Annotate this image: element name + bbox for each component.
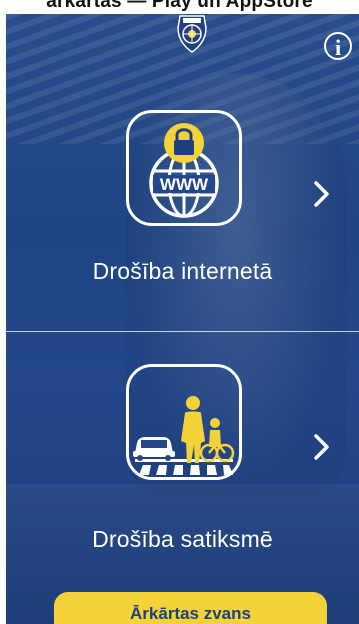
chevron-right-icon[interactable] bbox=[312, 433, 332, 461]
top-caption-strip: ārkārtas — Play un AppStore bbox=[0, 0, 359, 14]
app-screen: i WWW Drošība internetā Drošība satiksmē… bbox=[6, 14, 359, 624]
police-badge-icon bbox=[174, 14, 210, 54]
internet-safety-tile[interactable]: WWW bbox=[126, 110, 242, 226]
section-divider bbox=[6, 331, 359, 332]
traffic-safety-label[interactable]: Drošība satiksmē bbox=[6, 526, 359, 553]
chevron-right-icon[interactable] bbox=[312, 180, 332, 208]
crosswalk-pedestrians-icon bbox=[133, 396, 235, 475]
top-caption-text: ārkārtas — Play un AppStore bbox=[46, 0, 313, 12]
globe-lock-icon: WWW bbox=[149, 123, 219, 218]
emergency-call-button[interactable]: Ārkārtas zvans bbox=[54, 592, 327, 624]
svg-text:WWW: WWW bbox=[160, 175, 209, 194]
internet-safety-label[interactable]: Drošība internetā bbox=[6, 258, 359, 285]
traffic-safety-tile[interactable] bbox=[126, 364, 242, 480]
info-button[interactable]: i bbox=[324, 32, 352, 60]
